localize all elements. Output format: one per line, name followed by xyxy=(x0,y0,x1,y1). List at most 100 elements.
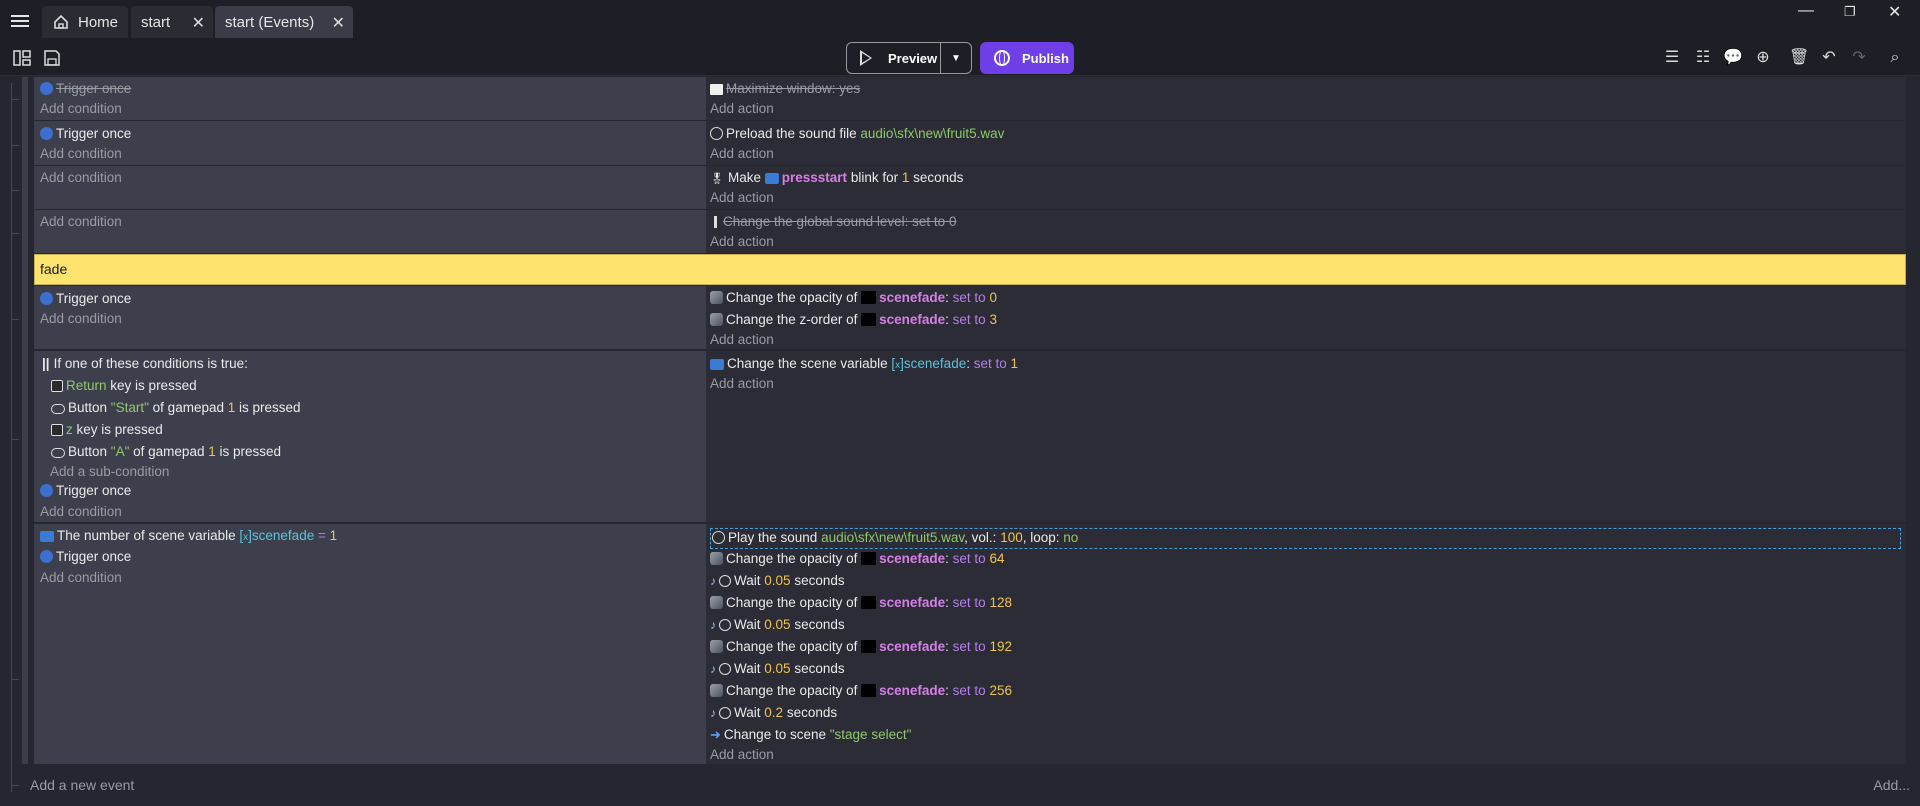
timer-icon xyxy=(719,663,731,675)
event-group-fade[interactable]: fade xyxy=(34,254,1906,285)
hamburger-menu-icon[interactable] xyxy=(10,12,30,32)
event-row[interactable]: Add condition 🎖 Make pressstart blink for… xyxy=(34,166,1906,209)
subcondition-key-pressed[interactable]: z key is pressed xyxy=(51,421,163,439)
condition-trigger-once[interactable]: Trigger once xyxy=(40,290,131,308)
action-blink-object[interactable]: 🎖 Make pressstart blink for 1 seconds xyxy=(710,169,963,187)
save-icon[interactable] xyxy=(42,48,62,68)
subcondition-key-pressed[interactable]: Return key is pressed xyxy=(51,377,197,395)
condition-trigger-once[interactable]: Trigger once xyxy=(40,548,131,566)
actions-panel[interactable]: Change the scene variable [x]scenefade: … xyxy=(706,351,1906,522)
add-action-link[interactable]: Add action xyxy=(710,100,774,118)
actions-panel[interactable]: Preload the sound file audio\sfx\new\fru… xyxy=(706,121,1906,165)
action-change-zorder[interactable]: Change the z-order of scenefade: set to … xyxy=(710,311,997,329)
condition-trigger-once[interactable]: Trigger once xyxy=(40,125,131,143)
conditions-panel[interactable]: Add condition xyxy=(34,210,706,253)
tab-start-events-label: start (Events) xyxy=(225,13,315,31)
event-row[interactable]: Add condition Change the global sound le… xyxy=(34,210,1906,253)
action-change-scene-variable[interactable]: Change the scene variable [x]scenefade: … xyxy=(710,355,1018,373)
undo-icon[interactable]: ↶ xyxy=(1819,48,1839,68)
conditions-panel[interactable]: The number of scene variable [x]scenefad… xyxy=(34,524,706,764)
action-wait[interactable]: ♪ Wait 0.05 seconds xyxy=(710,572,845,590)
action-change-opacity[interactable]: Change the opacity of scenefade: set to … xyxy=(710,550,1005,568)
add-condition-link[interactable]: Add condition xyxy=(40,169,122,187)
add-action-link[interactable]: Add action xyxy=(710,375,774,393)
close-window-icon[interactable]: ✕ xyxy=(1888,2,1901,22)
subcondition-gamepad-button[interactable]: Button "Start" of gamepad 1 is pressed xyxy=(51,399,301,417)
action-wait[interactable]: ♪ Wait 0.2 seconds xyxy=(710,704,837,722)
add-action-link[interactable]: Add action xyxy=(710,145,774,163)
add-event-icon[interactable]: ☰ xyxy=(1662,48,1682,68)
delete-icon[interactable]: 🗑 xyxy=(1789,48,1809,68)
add-action-link[interactable]: Add action xyxy=(710,746,774,764)
variable-icon xyxy=(40,531,54,542)
event-row[interactable]: Trigger once Add condition Maximize wind… xyxy=(34,77,1906,120)
add-subcondition-link[interactable]: Add a sub-condition xyxy=(50,463,169,481)
conditions-panel[interactable]: Trigger once Add condition xyxy=(34,286,706,349)
action-change-opacity[interactable]: Change the opacity of scenefade: set to … xyxy=(710,638,1012,656)
add-condition-link[interactable]: Add condition xyxy=(40,503,122,521)
actions-panel[interactable]: Maximize window: yes Add action xyxy=(706,77,1906,120)
trigger-once-icon xyxy=(40,127,53,140)
add-condition-link[interactable]: Add condition xyxy=(40,100,122,118)
condition-or[interactable]: || If one of these conditions is true: xyxy=(42,355,248,373)
tab-start-events[interactable]: start (Events) ✕ xyxy=(215,6,353,38)
subcondition-gamepad-button[interactable]: Button "A" of gamepad 1 is pressed xyxy=(51,443,281,461)
globe-icon xyxy=(994,50,1010,66)
timer-icon xyxy=(719,575,731,587)
search-icon[interactable]: ⌕ xyxy=(1885,48,1905,68)
flash-icon: 🎖 xyxy=(710,173,724,185)
minimize-icon[interactable]: — xyxy=(1798,2,1814,20)
add-plus-icon[interactable]: ⊕ xyxy=(1753,48,1773,68)
add-action-link[interactable]: Add action xyxy=(710,189,774,207)
add-condition-link[interactable]: Add condition xyxy=(40,213,122,231)
event-row[interactable]: Trigger once Add condition Preload the s… xyxy=(34,121,1906,165)
action-change-opacity[interactable]: Change the opacity of scenefade: set to … xyxy=(710,682,1012,700)
add-condition-link[interactable]: Add condition xyxy=(40,310,122,328)
conditions-panel[interactable]: Trigger once Add condition xyxy=(34,121,706,165)
action-preload-sound[interactable]: Preload the sound file audio\sfx\new\fru… xyxy=(710,125,1004,143)
tab-start[interactable]: start ✕ xyxy=(131,6,213,38)
add-more-button[interactable]: Add... xyxy=(1873,777,1910,793)
action-maximize-window[interactable]: Maximize window: yes xyxy=(710,80,860,98)
add-condition-link[interactable]: Add condition xyxy=(40,145,122,163)
restore-icon[interactable]: ❐ xyxy=(1844,4,1856,20)
actions-panel[interactable]: 🎖 Make pressstart blink for 1 seconds Add… xyxy=(706,166,1906,209)
add-new-event-link[interactable]: Add a new event xyxy=(30,777,134,793)
action-change-opacity[interactable]: Change the opacity of scenefade: set to … xyxy=(710,289,997,307)
condition-trigger-once[interactable]: Trigger once xyxy=(40,482,131,500)
add-action-link[interactable]: Add action xyxy=(710,233,774,251)
add-action-link[interactable]: Add action xyxy=(710,331,774,349)
conditions-panel[interactable]: Trigger once Add condition xyxy=(34,77,706,120)
condition-trigger-once[interactable]: Trigger once xyxy=(40,80,131,98)
action-play-sound[interactable]: Play the sound audio\sfx\new\fruit5.wav,… xyxy=(712,529,1078,547)
tab-home-label: Home xyxy=(78,13,119,31)
event-row[interactable]: || If one of these conditions is true: Re… xyxy=(34,351,1906,522)
event-row[interactable]: The number of scene variable [x]scenefad… xyxy=(34,524,1906,764)
event-row[interactable]: Trigger once Add condition Change the op… xyxy=(34,286,1906,349)
close-tab-icon[interactable]: ✕ xyxy=(192,13,205,33)
action-wait[interactable]: ♪ Wait 0.05 seconds xyxy=(710,660,845,678)
tab-home[interactable]: Home xyxy=(42,6,128,38)
actions-panel[interactable]: Play the sound audio\sfx\new\fruit5.wav,… xyxy=(706,524,1906,764)
redo-icon[interactable]: ↷ xyxy=(1849,48,1869,68)
action-change-scene[interactable]: ➜ Change to scene "stage select" xyxy=(710,726,911,744)
add-condition-link[interactable]: Add condition xyxy=(40,569,122,587)
actions-panel[interactable]: Change the global sound level: set to 0 … xyxy=(706,210,1906,253)
condition-scene-variable[interactable]: The number of scene variable [x]scenefad… xyxy=(40,527,337,545)
opacity-icon xyxy=(710,291,723,304)
close-tab-icon[interactable]: ✕ xyxy=(332,13,345,33)
preview-dropdown-chevron-icon[interactable]: ▼ xyxy=(940,43,971,73)
async-icon: ♪ xyxy=(710,618,716,632)
panels-icon[interactable] xyxy=(12,48,32,68)
conditions-panel[interactable]: || If one of these conditions is true: Re… xyxy=(34,351,706,522)
action-change-opacity[interactable]: Change the opacity of scenefade: set to … xyxy=(710,594,1012,612)
preview-button[interactable]: Preview ▼ xyxy=(846,42,972,74)
actions-panel[interactable]: Change the opacity of scenefade: set to … xyxy=(706,286,1906,349)
add-subevent-icon[interactable]: ☷ xyxy=(1693,48,1713,68)
conditions-panel[interactable]: Add condition xyxy=(34,166,706,209)
add-comment-icon[interactable]: 💬 xyxy=(1723,48,1743,68)
action-global-sound-level[interactable]: Change the global sound level: set to 0 xyxy=(710,213,956,231)
action-wait[interactable]: ♪ Wait 0.05 seconds xyxy=(710,616,845,634)
publish-button[interactable]: Publish xyxy=(980,42,1074,74)
trigger-once-icon xyxy=(40,484,53,497)
